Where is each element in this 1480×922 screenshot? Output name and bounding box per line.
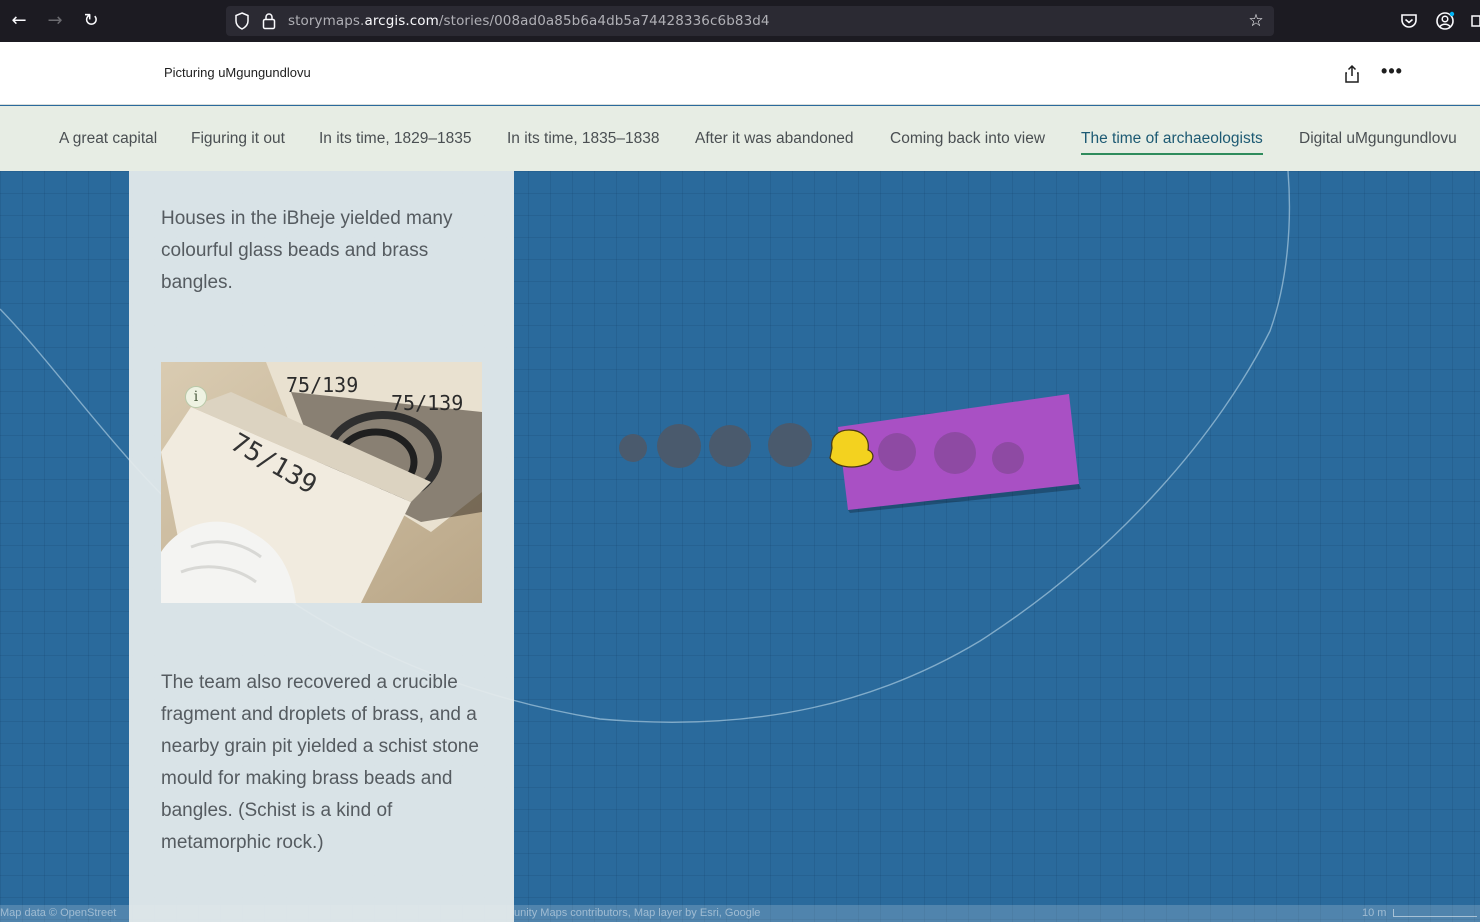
nav-item-coming-back[interactable]: Coming back into view — [890, 130, 1045, 148]
forward-arrow-icon[interactable]: → — [45, 11, 65, 31]
attribution-mid: unity Maps contributors, Map layer by Es… — [514, 907, 761, 919]
narrative-paragraph: The team also recovered a crucible fragm… — [161, 672, 479, 853]
address-bar[interactable]: storymaps.arcgis.com/stories/008ad0a85b6… — [226, 6, 1274, 36]
house-circle[interactable] — [657, 424, 701, 468]
photo-label: 75/139 — [391, 391, 463, 415]
bookmark-star-icon[interactable]: ☆ — [1246, 11, 1266, 31]
nav-item-in-its-time-1835[interactable]: In its time, 1835–1838 — [507, 130, 660, 148]
account-icon[interactable] — [1435, 11, 1455, 31]
bangles-photo-illustration: 75/139 75/139 75/139 — [161, 362, 482, 603]
nav-item-time-of-archaeologists[interactable]: The time of archaeologists — [1081, 130, 1263, 155]
house-circle[interactable] — [992, 442, 1024, 474]
nav-item-digital[interactable]: Digital uMgungundlovu — [1299, 130, 1457, 148]
story-header: Picturing uMgungundlovu ••• — [0, 42, 1480, 105]
house-circle[interactable] — [768, 423, 812, 467]
narrative-panel[interactable]: Houses in the iBheje yielded many colour… — [129, 171, 514, 922]
bangles-photo[interactable]: 75/139 75/139 75/139 i — [161, 362, 482, 603]
nav-item-a-great-capital[interactable]: A great capital — [59, 130, 157, 148]
house-circle[interactable] — [934, 432, 976, 474]
lock-icon[interactable] — [262, 12, 276, 30]
nav-item-figuring-it-out[interactable]: Figuring it out — [191, 130, 285, 148]
narrative-paragraph: Houses in the iBheje yielded many colour… — [161, 208, 453, 293]
story-title[interactable]: Picturing uMgungundlovu — [164, 65, 311, 80]
info-icon[interactable]: i — [185, 386, 207, 408]
back-arrow-icon[interactable]: ← — [9, 11, 29, 31]
more-options-icon[interactable]: ••• — [1380, 62, 1404, 84]
shield-icon[interactable] — [234, 12, 250, 30]
reload-icon[interactable]: ↻ — [81, 11, 101, 31]
pocket-icon[interactable] — [1399, 11, 1419, 31]
extensions-icon[interactable] — [1470, 11, 1480, 31]
scale-bar — [1393, 909, 1477, 917]
photo-label: 75/139 — [286, 373, 358, 397]
attribution-left: Map data © OpenStreet — [0, 907, 117, 919]
house-circle[interactable] — [619, 434, 647, 462]
scale-label: 10 m — [1362, 907, 1387, 919]
section-navigation: A great capital Figuring it out In its t… — [0, 106, 1480, 171]
nav-item-in-its-time-1829[interactable]: In its time, 1829–1835 — [319, 130, 472, 148]
browser-toolbar: ← → ↻ storymaps.arcgis.com/stories/008ad… — [0, 0, 1480, 42]
share-icon[interactable] — [1342, 64, 1362, 84]
url-text[interactable]: storymaps.arcgis.com/stories/008ad0a85b6… — [288, 13, 770, 29]
house-circle[interactable] — [709, 425, 751, 467]
house-circle[interactable] — [878, 433, 916, 471]
nav-item-after-abandoned[interactable]: After it was abandoned — [695, 130, 854, 148]
